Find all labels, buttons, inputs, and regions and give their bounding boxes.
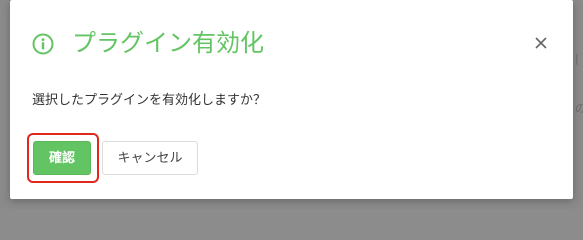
cancel-button[interactable]: キャンセル (102, 141, 198, 175)
dialog-message: 選択したプラグインを有効化しますか？ (32, 93, 267, 108)
plugin-activation-dialog: プラグイン有効化 選択したプラグインを有効化しますか？ 確認 キャンセル (10, 0, 573, 199)
background-text-fragment: | (575, 52, 579, 65)
dialog-title: プラグイン有効化 (72, 29, 264, 57)
dialog-header: プラグイン有効化 (10, 0, 573, 84)
background-text-fragment: の (575, 102, 583, 115)
info-circle-icon (32, 33, 54, 55)
confirm-button[interactable]: 確認 (33, 141, 91, 175)
close-icon[interactable] (530, 32, 552, 54)
